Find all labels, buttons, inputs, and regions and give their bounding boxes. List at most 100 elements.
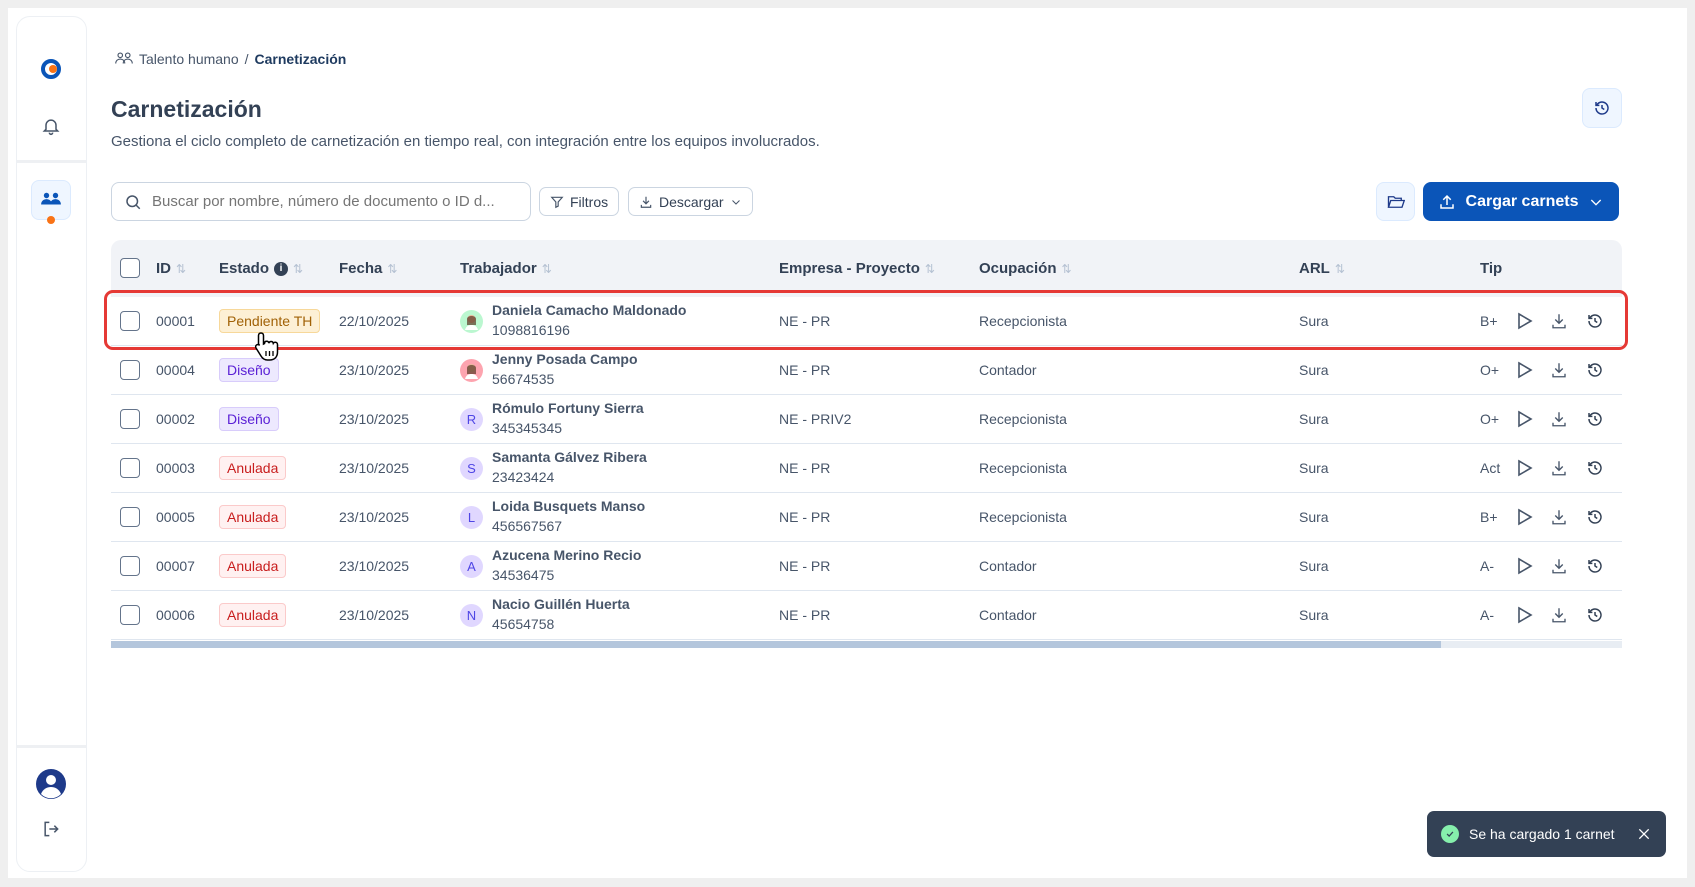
download-icon[interactable] [1549, 605, 1569, 625]
cell-ocupacion: Contador [979, 362, 1037, 378]
play-icon[interactable] [1515, 556, 1535, 576]
team-icon [115, 52, 133, 64]
app-logo-icon[interactable] [40, 57, 64, 86]
upload-cards-button[interactable]: Cargar carnets [1423, 182, 1619, 221]
row-checkbox[interactable] [120, 507, 140, 527]
table-header: ID ⇅ Estado i ⇅ Fecha ⇅ Trabajador ⇅ Empresa … [111, 240, 1622, 297]
worker-name: Rómulo Fortuny Sierra [492, 400, 644, 416]
cell-tipo: O+ [1480, 411, 1500, 427]
history-icon[interactable] [1585, 360, 1605, 380]
table-row[interactable]: 00007 Anulada 23/10/2025 A Azucena Merin… [111, 542, 1622, 591]
row-checkbox[interactable] [120, 556, 140, 576]
upload-icon [1439, 194, 1454, 209]
play-icon[interactable] [1515, 605, 1535, 625]
sort-icon: ⇅ [541, 261, 552, 276]
table-row[interactable]: 00005 Anulada 23/10/2025 L Loida Busquet… [111, 493, 1622, 542]
avatar-initial: A [460, 555, 483, 578]
column-id[interactable]: ID ⇅ [156, 260, 186, 277]
chevron-down-icon [731, 199, 740, 205]
upload-label: Cargar carnets [1465, 192, 1579, 210]
cell-fecha: 23/10/2025 [339, 607, 410, 623]
folder-button[interactable] [1376, 182, 1415, 221]
column-empresa[interactable]: Empresa - Proyecto ⇅ [779, 260, 935, 277]
info-icon[interactable]: i [274, 261, 289, 276]
cell-fecha: 23/10/2025 [339, 460, 410, 476]
success-toast: Se ha cargado 1 carnet [1427, 811, 1666, 857]
history-icon[interactable] [1585, 458, 1605, 478]
download-icon[interactable] [1549, 409, 1569, 429]
table-row[interactable]: 00004 Diseño 23/10/2025 Jenny Posada Cam… [111, 346, 1622, 395]
cell-ocupacion: Contador [979, 607, 1037, 623]
cell-id: 00002 [156, 411, 195, 427]
cell-fecha: 23/10/2025 [339, 558, 410, 574]
play-icon[interactable] [1515, 507, 1535, 527]
status-badge: Anulada [219, 456, 287, 480]
close-icon[interactable] [1636, 826, 1652, 842]
download-icon[interactable] [1549, 556, 1569, 576]
play-icon[interactable] [1515, 458, 1535, 478]
download-dropdown[interactable]: Descargar [628, 187, 753, 216]
history-icon[interactable] [1585, 556, 1605, 576]
row-checkbox[interactable] [120, 409, 140, 429]
row-checkbox[interactable] [120, 458, 140, 478]
cell-empresa: NE - PR [779, 460, 831, 476]
cell-id: 00004 [156, 362, 195, 378]
download-label: Descargar [659, 193, 724, 210]
cell-tipo: O+ [1480, 362, 1500, 378]
worker-document: 45654758 [492, 616, 555, 632]
play-icon[interactable] [1515, 409, 1535, 429]
toast-message: Se ha cargado 1 carnet [1469, 826, 1615, 842]
cell-fecha: 23/10/2025 [339, 411, 410, 427]
column-trabajador[interactable]: Trabajador ⇅ [460, 260, 552, 277]
avatar-initial: R [460, 408, 483, 431]
cell-empresa: NE - PR [779, 558, 831, 574]
row-checkbox[interactable] [120, 360, 140, 380]
bell-icon[interactable] [41, 116, 61, 141]
table-row[interactable]: 00003 Anulada 23/10/2025 S Samanta Gálve… [111, 444, 1622, 493]
breadcrumb-parent[interactable]: Talento humano [139, 51, 239, 67]
download-icon[interactable] [1549, 507, 1569, 527]
column-label: ARL [1299, 260, 1330, 277]
avatar-initial: L [460, 506, 483, 529]
status-badge: Anulada [219, 505, 287, 529]
select-all-checkbox[interactable] [120, 258, 140, 278]
search-field[interactable] [111, 182, 531, 221]
download-icon[interactable] [1549, 458, 1569, 478]
column-label: Tip [1480, 260, 1503, 277]
history-icon[interactable] [1585, 605, 1605, 625]
filters-button[interactable]: Filtros [539, 187, 620, 216]
download-icon [640, 196, 652, 208]
worker-document: 56674535 [492, 371, 555, 387]
worker-document: 456567567 [492, 518, 563, 534]
search-input[interactable] [152, 193, 512, 210]
history-icon[interactable] [1585, 507, 1605, 527]
column-ocupacion[interactable]: Ocupación ⇅ [979, 260, 1072, 277]
cell-id: 00006 [156, 607, 195, 623]
filters-label: Filtros [570, 193, 609, 210]
sidebar-item-talento-humano[interactable] [31, 180, 71, 220]
column-estado[interactable]: Estado i ⇅ [219, 260, 303, 277]
history-icon[interactable] [1585, 409, 1605, 429]
horizontal-scrollbar[interactable] [111, 641, 1622, 648]
column-fecha[interactable]: Fecha ⇅ [339, 260, 397, 277]
column-label: Estado [219, 260, 270, 277]
column-tipo[interactable]: Tip [1480, 260, 1502, 277]
user-avatar-icon[interactable] [35, 768, 67, 805]
cell-tipo: A- [1480, 558, 1494, 574]
check-circle-icon [1441, 825, 1459, 843]
cell-arl: Sura [1299, 607, 1329, 623]
play-icon[interactable] [1515, 360, 1535, 380]
column-label: ID [156, 260, 171, 277]
sort-icon: ⇅ [1061, 261, 1072, 276]
column-arl[interactable]: ARL ⇅ [1299, 260, 1345, 277]
scrollbar-thumb[interactable] [111, 641, 1441, 648]
table-row[interactable]: 00002 Diseño 23/10/2025 R Rómulo Fortuny… [111, 395, 1622, 444]
cell-ocupacion: Contador [979, 558, 1037, 574]
worker-name: Jenny Posada Campo [492, 351, 638, 367]
table-row[interactable]: 00006 Anulada 23/10/2025 N Nacio Guillén… [111, 591, 1622, 640]
history-button[interactable] [1582, 88, 1622, 128]
logout-icon[interactable] [41, 819, 61, 844]
download-icon[interactable] [1549, 360, 1569, 380]
cell-empresa: NE - PRIV2 [779, 411, 852, 427]
row-checkbox[interactable] [120, 605, 140, 625]
